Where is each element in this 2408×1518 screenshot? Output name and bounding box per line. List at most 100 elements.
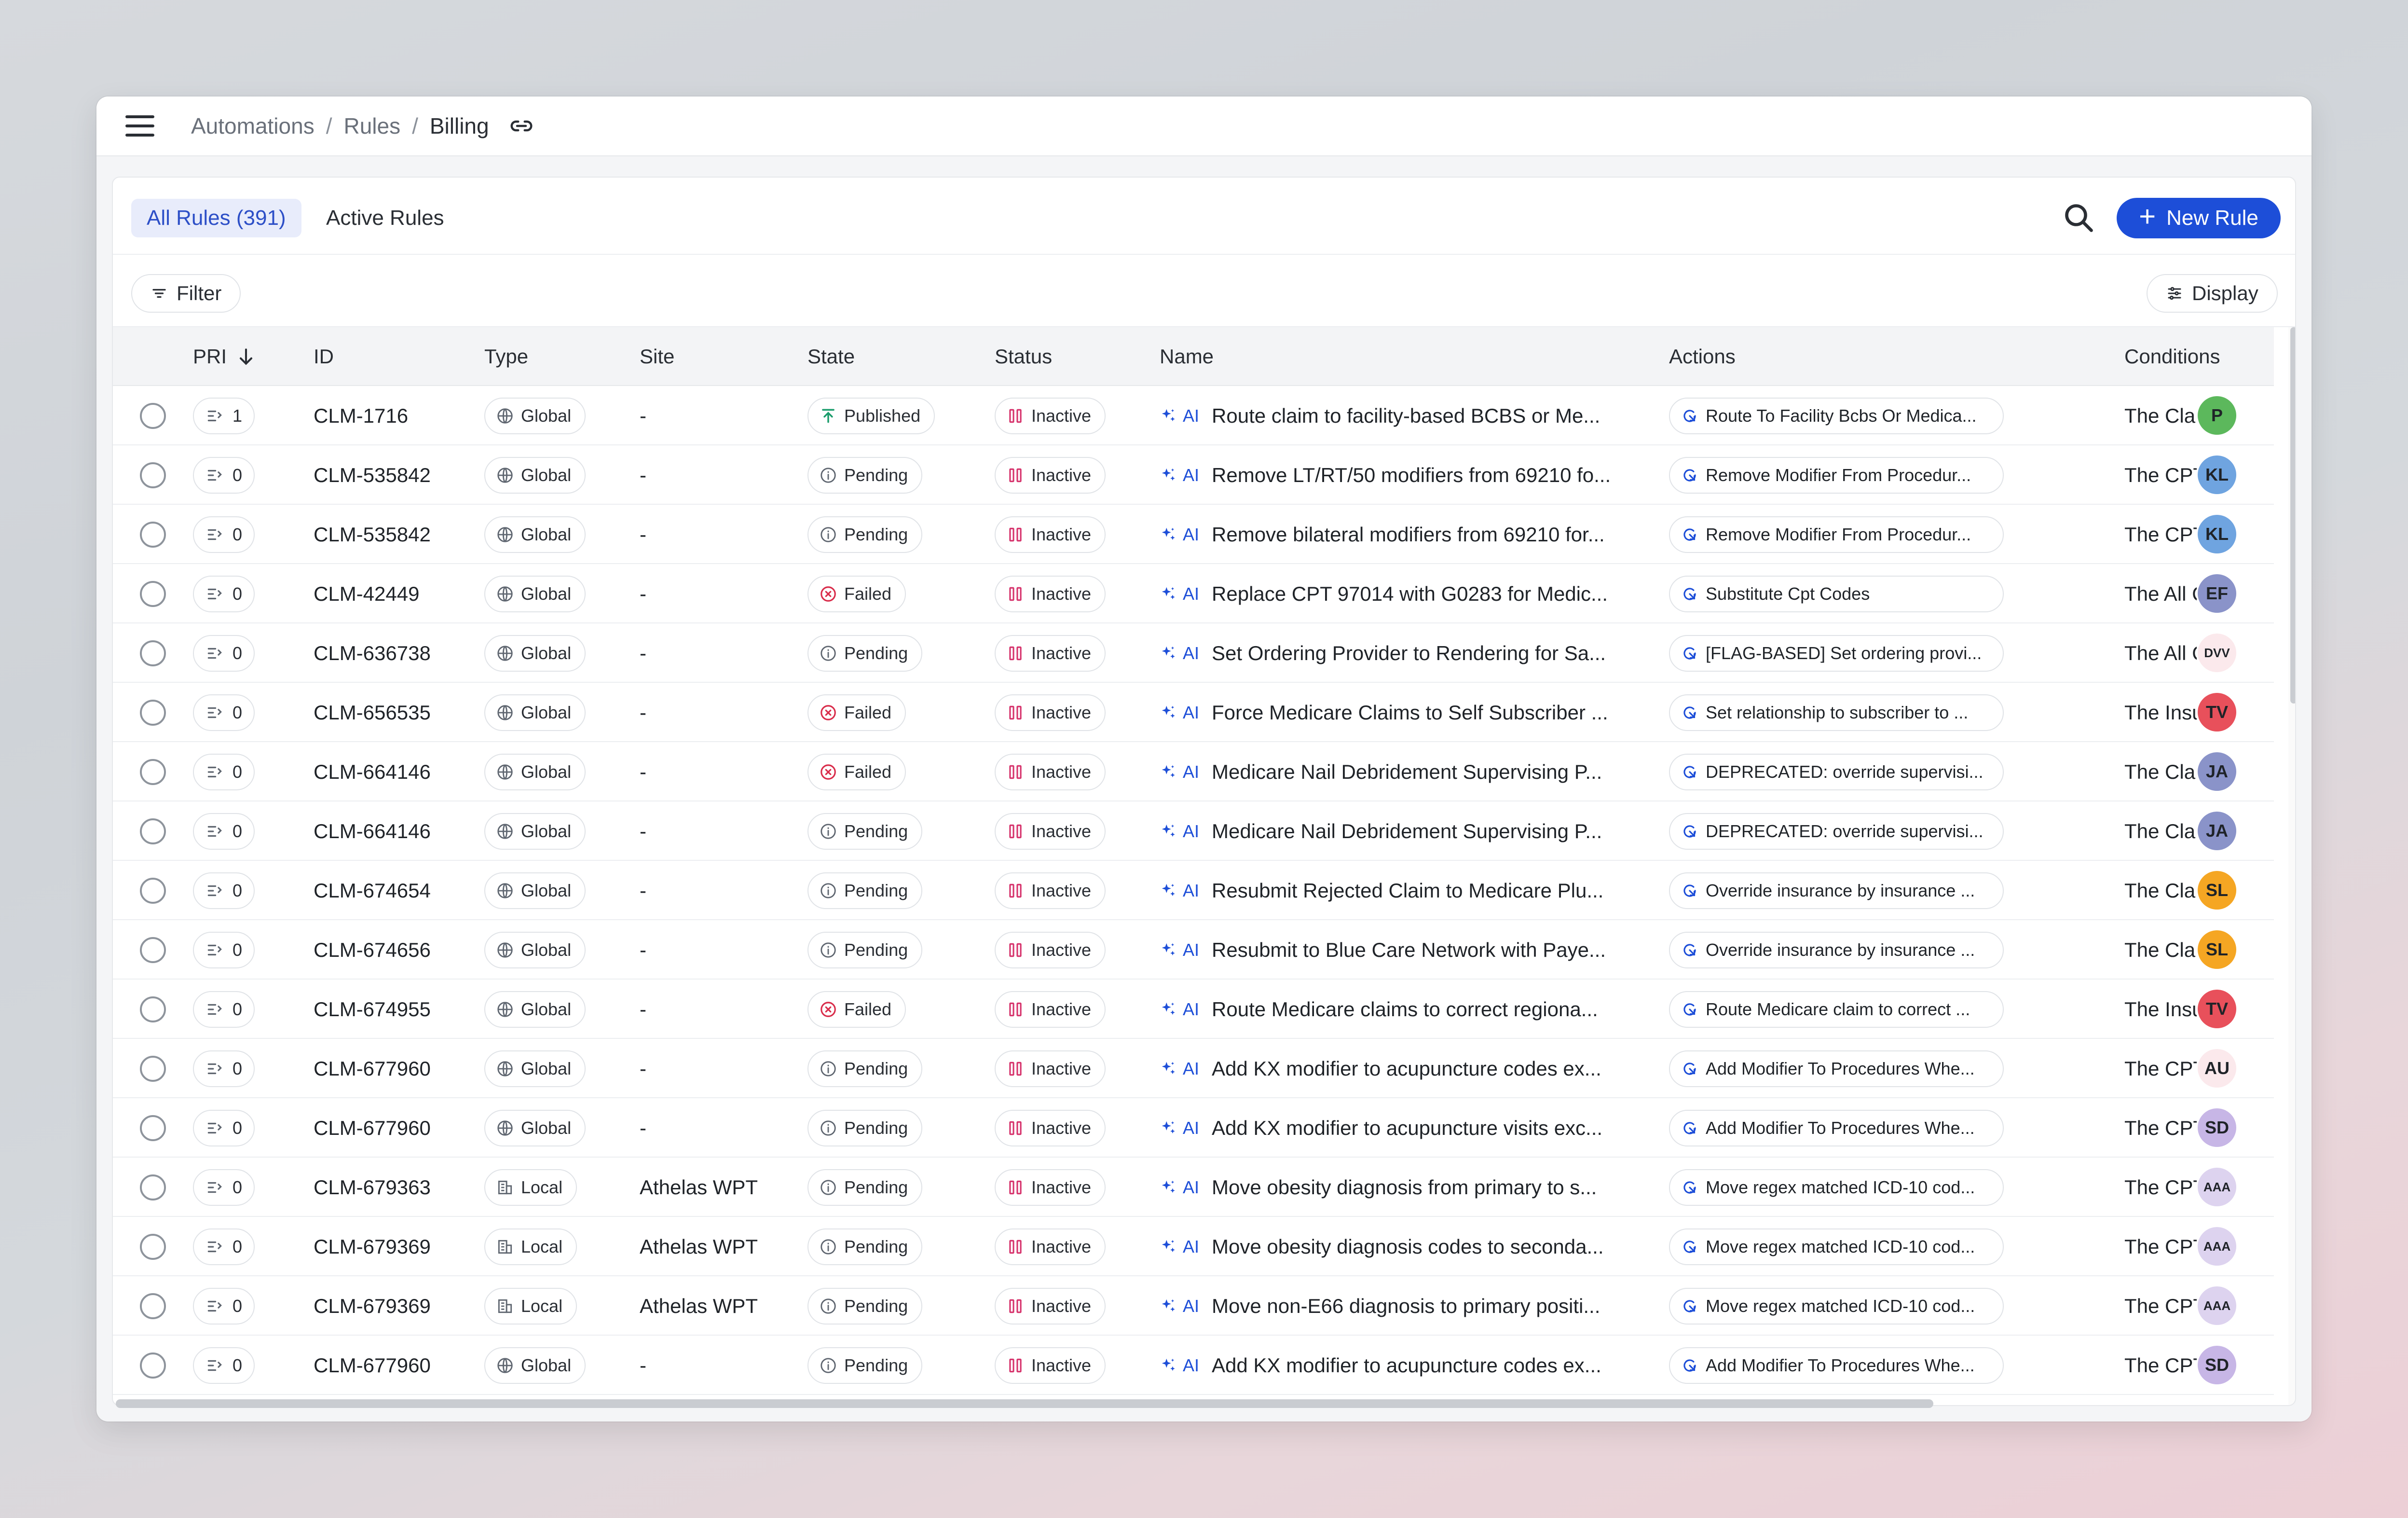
action-badge[interactable]: Add Modifier To Procedures Whe...	[1669, 1109, 2004, 1146]
table-row[interactable]: 0 CLM-677960 Global - Pending Inactive AI Add K…	[113, 1039, 2274, 1098]
priority-badge[interactable]: 0	[193, 813, 255, 850]
status-badge[interactable]: Inactive	[995, 456, 1106, 494]
name-cell[interactable]: AI Route claim to facility-based BCBS or …	[1160, 386, 1656, 445]
table-row[interactable]: 0 CLM-674955 Global - Failed Inactive AI Route …	[113, 980, 2274, 1039]
status-badge[interactable]: Inactive	[995, 397, 1106, 434]
action-badge[interactable]: Add Modifier To Procedures Whe...	[1669, 1050, 2004, 1087]
row-select-radio[interactable]	[140, 996, 166, 1022]
action-badge[interactable]: Add Modifier To Procedures Whe...	[1669, 1347, 2004, 1384]
status-badge[interactable]: Inactive	[995, 753, 1106, 790]
status-badge[interactable]: Inactive	[995, 516, 1106, 553]
action-badge[interactable]: Override insurance by insurance ...	[1669, 872, 2004, 909]
rule-id[interactable]: CLM-42449	[314, 564, 419, 623]
row-select-radio[interactable]	[140, 1352, 166, 1379]
avatar[interactable]: AU	[2198, 1049, 2236, 1088]
action-badge[interactable]: DEPRECATED: override supervisi...	[1669, 813, 2004, 850]
status-badge[interactable]: Inactive	[995, 1287, 1106, 1325]
action-badge[interactable]: Remove Modifier From Procedur...	[1669, 456, 2004, 494]
rule-id[interactable]: CLM-664146	[314, 801, 431, 861]
action-badge[interactable]: Set relationship to subscriber to ...	[1669, 694, 2004, 731]
avatar[interactable]: SD	[2198, 1108, 2236, 1147]
name-cell[interactable]: AI Move obesity diagnosis codes to second…	[1160, 1217, 1656, 1276]
priority-badge[interactable]: 0	[193, 694, 255, 731]
priority-badge[interactable]: 0	[193, 516, 255, 553]
column-pri[interactable]: PRI	[193, 327, 257, 386]
action-badge[interactable]: Substitute Cpt Codes	[1669, 575, 2004, 612]
priority-badge[interactable]: 0	[193, 872, 255, 909]
rule-id[interactable]: CLM-679369	[314, 1276, 431, 1336]
column-actions[interactable]: Actions	[1669, 327, 1736, 386]
table-row[interactable]: 0 CLM-677960 Global - Pending Inactive AI Add K…	[113, 1336, 2274, 1395]
link-icon[interactable]	[508, 113, 534, 139]
rule-id[interactable]: CLM-664146	[314, 742, 431, 801]
breadcrumb-automations[interactable]: Automations	[191, 113, 315, 139]
status-badge[interactable]: Inactive	[995, 1109, 1106, 1146]
row-select-radio[interactable]	[140, 1055, 166, 1082]
name-cell[interactable]: AI Set Ordering Provider to Rendering for…	[1160, 623, 1656, 683]
status-badge[interactable]: Inactive	[995, 635, 1106, 672]
column-site[interactable]: Site	[640, 327, 674, 386]
status-badge[interactable]: Inactive	[995, 991, 1106, 1028]
avatar[interactable]: SL	[2198, 930, 2236, 969]
row-select-radio[interactable]	[140, 1233, 166, 1260]
name-cell[interactable]: AI Medicare Nail Debridement Supervising …	[1160, 742, 1656, 801]
avatar[interactable]: KL	[2198, 455, 2236, 494]
row-select-radio[interactable]	[140, 402, 166, 429]
rule-id[interactable]: CLM-674656	[314, 920, 431, 980]
row-select-radio[interactable]	[140, 1174, 166, 1201]
column-conditions[interactable]: Conditions	[2124, 327, 2220, 386]
column-type[interactable]: Type	[484, 327, 528, 386]
column-state[interactable]: State	[807, 327, 855, 386]
table-row[interactable]: 0 CLM-677960 Global - Pending Inactive AI Add K…	[113, 1098, 2274, 1158]
search-icon[interactable]	[2062, 201, 2096, 235]
rule-id[interactable]: CLM-674654	[314, 861, 431, 920]
action-badge[interactable]: Move regex matched ICD-10 cod...	[1669, 1169, 2004, 1206]
name-cell[interactable]: AI Add KX modifier to acupuncture codes e…	[1160, 1039, 1656, 1098]
table-row[interactable]: 0 CLM-679369 Local Athelas WPT Pending Inacti…	[113, 1217, 2274, 1276]
rule-id[interactable]: CLM-535842	[314, 445, 431, 505]
priority-badge[interactable]: 0	[193, 635, 255, 672]
tab-all-rules[interactable]: All Rules (391)	[131, 199, 301, 237]
priority-badge[interactable]: 0	[193, 456, 255, 494]
name-cell[interactable]: AI Resubmit to Blue Care Network with Pay…	[1160, 920, 1656, 980]
name-cell[interactable]: AI Replace CPT 97014 with G0283 for Medic…	[1160, 564, 1656, 623]
arrow-down-icon[interactable]	[235, 346, 257, 367]
row-select-radio[interactable]	[140, 759, 166, 785]
name-cell[interactable]: AI Remove LT/RT/50 modifiers from 69210 f…	[1160, 445, 1656, 505]
avatar[interactable]: P	[2198, 396, 2236, 435]
filter-button[interactable]: Filter	[131, 274, 241, 313]
row-select-radio[interactable]	[140, 462, 166, 488]
table-row[interactable]: 0 CLM-535842 Global - Pending Inactive AI Remov…	[113, 505, 2274, 564]
avatar[interactable]: AAA	[2198, 1286, 2236, 1325]
new-rule-button[interactable]: + New Rule	[2117, 198, 2281, 238]
rule-id[interactable]: CLM-535842	[314, 505, 431, 564]
priority-badge[interactable]: 1	[193, 397, 255, 434]
rule-id[interactable]: CLM-636738	[314, 623, 431, 683]
status-badge[interactable]: Inactive	[995, 1169, 1106, 1206]
status-badge[interactable]: Inactive	[995, 1228, 1106, 1265]
priority-badge[interactable]: 0	[193, 1228, 255, 1265]
name-cell[interactable]: AI Add KX modifier to acupuncture codes e…	[1160, 1336, 1656, 1395]
avatar[interactable]: KL	[2198, 515, 2236, 553]
row-select-radio[interactable]	[140, 877, 166, 904]
vertical-scrollbar[interactable]	[2290, 327, 2295, 704]
row-select-radio[interactable]	[140, 521, 166, 548]
name-cell[interactable]: AI Add KX modifier to acupuncture visits …	[1160, 1098, 1656, 1158]
rule-id[interactable]: CLM-656535	[314, 683, 431, 742]
name-cell[interactable]: AI Move obesity diagnosis from primary to…	[1160, 1158, 1656, 1217]
status-badge[interactable]: Inactive	[995, 931, 1106, 968]
name-cell[interactable]: AI Route Medicare claims to correct regio…	[1160, 980, 1656, 1039]
action-badge[interactable]: Override insurance by insurance ...	[1669, 931, 2004, 968]
row-select-radio[interactable]	[140, 580, 166, 607]
name-cell[interactable]: AI Remove bilateral modifiers from 69210 …	[1160, 505, 1656, 564]
name-cell[interactable]: AI Medicare Nail Debridement Supervising …	[1160, 801, 1656, 861]
tab-active-rules[interactable]: Active Rules	[326, 199, 444, 237]
row-select-radio[interactable]	[140, 818, 166, 844]
avatar[interactable]: TV	[2198, 990, 2236, 1028]
rule-id[interactable]: CLM-679363	[314, 1158, 431, 1217]
rule-id[interactable]: CLM-677960	[314, 1336, 431, 1395]
row-select-radio[interactable]	[140, 1293, 166, 1319]
table-row[interactable]: 0 CLM-42449 Global - Failed Inactive AI Replace…	[113, 564, 2274, 623]
status-badge[interactable]: Inactive	[995, 575, 1106, 612]
column-id[interactable]: ID	[314, 327, 334, 386]
